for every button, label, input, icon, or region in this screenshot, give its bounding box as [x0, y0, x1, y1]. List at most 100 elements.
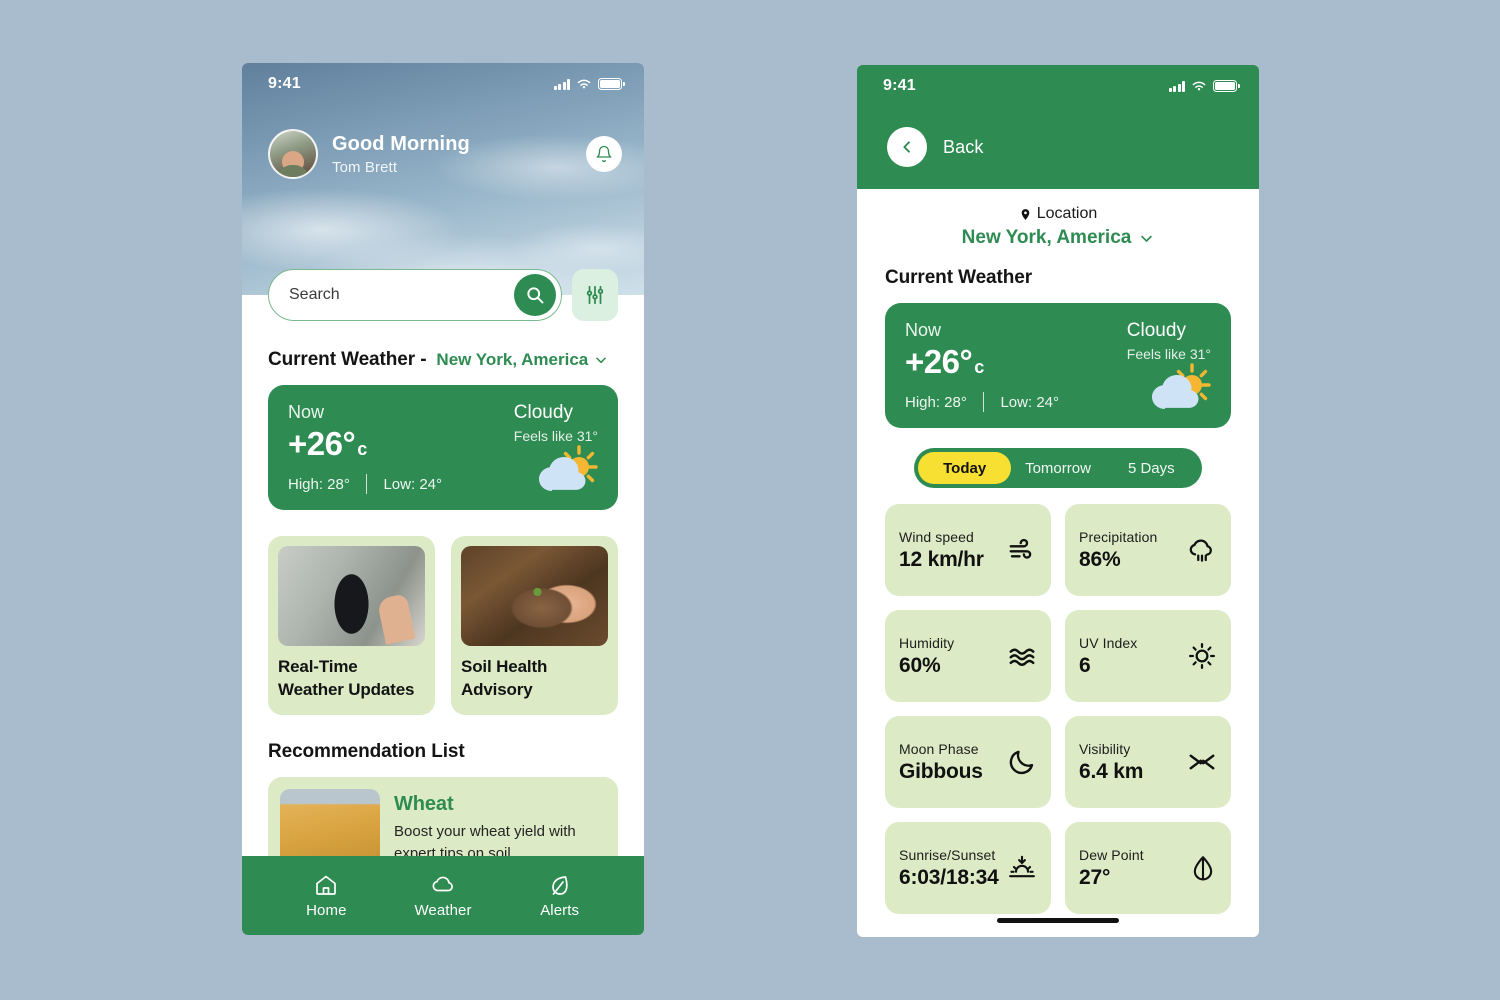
metric-card-visibility[interactable]: Visibility 6.4 km [1065, 716, 1231, 808]
chevron-down-icon [1141, 235, 1153, 242]
metric-card-precipitation[interactable]: Precipitation 86% [1065, 504, 1231, 596]
temperature-unit: c [974, 357, 984, 377]
location-name: New York, America [436, 350, 589, 369]
metric-card-sunrise-sunset[interactable]: Sunrise/Sunset 6:03/18:34 [885, 822, 1051, 914]
weather-condition: Cloudy [513, 402, 573, 423]
wifi-icon [577, 79, 591, 89]
location-selector[interactable]: New York, America [857, 227, 1259, 249]
eye-closed-icon [1189, 754, 1215, 770]
notification-button[interactable] [586, 136, 622, 172]
avatar[interactable] [268, 129, 318, 179]
home-indicator [997, 918, 1119, 923]
current-weather-card[interactable]: Now +26° c Cloudy Feels like 31° High: 28… [268, 385, 618, 510]
dew-drop-icon [1193, 856, 1213, 881]
search-row [268, 269, 618, 321]
phone-home-screen: 9:41 Good Morning Tom Brett Search Curre… [242, 63, 644, 935]
metric-label: Sunrise/Sunset [899, 846, 996, 863]
search-button[interactable] [514, 274, 556, 316]
search-box[interactable] [268, 269, 562, 321]
chevron-down-icon [596, 357, 607, 364]
tab-tomorrow[interactable]: Tomorrow [1011, 452, 1104, 484]
nav-label: Weather [414, 901, 472, 919]
phone-weather-detail-screen: 9:41 Back Location New York, America Cur… [857, 65, 1259, 937]
location-block: Location New York, America [857, 189, 1259, 249]
weather-temperature: +26° c [288, 427, 367, 460]
bottom-navigation: Home Weather Alerts [242, 856, 644, 935]
back-label: Back [943, 136, 984, 157]
weather-low: Low: 24° [1000, 393, 1060, 411]
tab-today[interactable]: Today [918, 452, 1012, 484]
feature-card-label: Soil Health Advisory [461, 657, 548, 699]
weather-metrics-grid: Wind speed 12 km/hr Precipitation 86% Hu… [885, 504, 1231, 914]
metric-value: 86% [1079, 547, 1121, 571]
nav-item-home[interactable]: Home [268, 873, 385, 919]
status-indicators [553, 78, 625, 90]
detail-content: Current Weather Now +26° c Cloudy Feels l… [857, 267, 1259, 914]
chevron-left-icon [903, 141, 910, 153]
current-weather-card[interactable]: Now +26° c Cloudy Feels like 31° High: 28… [885, 303, 1231, 428]
weather-temperature: +26° c [905, 345, 984, 378]
wind-icon [1009, 538, 1032, 559]
metric-label: Wind speed [899, 528, 974, 545]
map-pin-icon [1021, 208, 1030, 220]
sun-behind-cloud-icon [534, 443, 600, 500]
phone-weather-app-photo [278, 546, 425, 646]
moon-icon [1009, 750, 1034, 775]
home-content: Current Weather - New York, America Now … [242, 295, 644, 935]
feature-cards-row: Real-Time Weather Updates Soil Health Ad… [268, 536, 618, 716]
temperature-unit: c [357, 439, 367, 459]
battery-icon [1213, 80, 1240, 92]
status-time: 9:41 [883, 77, 916, 94]
feature-card-label: Real-Time Weather Updates [278, 657, 415, 699]
status-time: 9:41 [268, 75, 301, 92]
metric-value: 60% [899, 653, 941, 677]
greeting-title: Good Morning [332, 132, 470, 155]
metric-value: 6 [1079, 653, 1091, 677]
nav-item-weather[interactable]: Weather [385, 873, 502, 919]
status-bar: 9:41 [242, 63, 644, 99]
metric-label: UV Index [1079, 634, 1138, 651]
metric-label: Moon Phase [899, 740, 979, 757]
search-icon [527, 287, 544, 304]
metric-value: 6.4 km [1079, 759, 1144, 783]
divider [982, 392, 985, 412]
weather-feels-like: Feels like 31° [513, 428, 598, 444]
metric-card-dew-point[interactable]: Dew Point 27° [1065, 822, 1231, 914]
metric-card-humidity[interactable]: Humidity 60% [885, 610, 1051, 702]
metric-label: Precipitation [1079, 528, 1158, 545]
metric-value: 6:03/18:34 [899, 865, 999, 889]
feature-card-weather-updates[interactable]: Real-Time Weather Updates [268, 536, 435, 716]
back-row: Back [857, 101, 1259, 167]
greeting-row: Good Morning Tom Brett [242, 99, 644, 179]
metric-card-wind-speed[interactable]: Wind speed 12 km/hr [885, 504, 1051, 596]
metric-value: 27° [1079, 865, 1111, 889]
metric-value: 12 km/hr [899, 547, 984, 571]
sunrise-sunset-icon [1009, 855, 1035, 878]
humidity-waves-icon [1009, 648, 1035, 666]
search-input[interactable] [289, 286, 514, 304]
divider [365, 474, 368, 494]
signal-bars-icon [1168, 80, 1185, 92]
filter-button[interactable] [572, 269, 618, 321]
forecast-tabs: Today Tomorrow 5 Days [914, 448, 1202, 488]
sun-icon [1189, 643, 1215, 669]
location-selector[interactable]: New York, America [436, 350, 608, 370]
weather-now-label: Now [905, 320, 942, 340]
wifi-icon [1192, 81, 1206, 91]
metric-value: Gibbous [899, 759, 983, 783]
section-title: Current Weather [885, 267, 1033, 288]
weather-condition: Cloudy [1126, 320, 1186, 341]
leaf-icon [551, 875, 568, 895]
metric-card-uv-index[interactable]: UV Index 6 [1065, 610, 1231, 702]
feature-card-soil-health[interactable]: Soil Health Advisory [451, 536, 618, 716]
page-title: Current Weather - [268, 349, 427, 370]
rain-cloud-icon [1189, 539, 1212, 562]
tab-5-days[interactable]: 5 Days [1105, 452, 1198, 484]
signal-bars-icon [553, 78, 570, 90]
back-button[interactable] [887, 127, 927, 167]
user-name: Tom Brett [332, 158, 398, 176]
metric-card-moon-phase[interactable]: Moon Phase Gibbous [885, 716, 1051, 808]
nav-label: Alerts [540, 901, 580, 919]
status-indicators [1168, 80, 1240, 92]
nav-item-alerts[interactable]: Alerts [501, 873, 618, 919]
